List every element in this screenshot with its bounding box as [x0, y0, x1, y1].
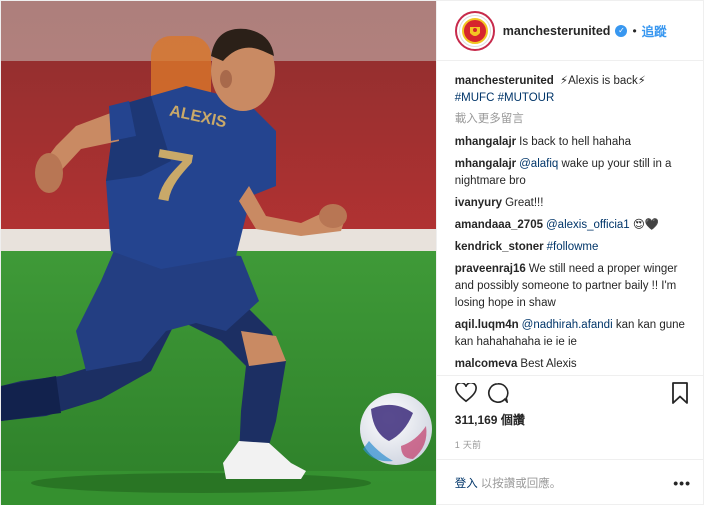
comment-item: malcomeva Best Alexis	[455, 356, 687, 373]
account-username[interactable]: manchesterunited	[503, 24, 611, 38]
comment-item: praveenraj16 We still need a proper winge…	[455, 261, 687, 312]
comment-mention[interactable]: @nadhirah.afandi	[522, 319, 613, 331]
comments-list[interactable]: manchesterunited ⚡Alexis is back⚡ #MUFC …	[437, 61, 703, 375]
caption-text: ⚡Alexis is back⚡	[560, 75, 646, 87]
comment-author[interactable]: amandaaa_2705	[455, 219, 543, 231]
caption-hashtag-mutour[interactable]: #MUTOUR	[498, 92, 555, 104]
comment-item: ivanyury Great!!!	[455, 195, 687, 212]
avatar[interactable]	[454, 10, 495, 51]
comment-text: Great!!!	[505, 197, 544, 209]
comment-author[interactable]: aqil.luqm4n	[455, 319, 519, 331]
post-details-panel: manchesterunited ✓ • 追蹤 manchesterunited…	[435, 1, 703, 505]
comment-mention[interactable]: #followme	[547, 241, 599, 253]
comment-author[interactable]: kendrick_stoner	[455, 241, 544, 253]
club-crest-icon	[458, 14, 491, 47]
comment-text: Is back to hell hahaha	[519, 136, 632, 148]
post-caption: manchesterunited ⚡Alexis is back⚡ #MUFC …	[455, 73, 687, 107]
comment-text: Best Alexis	[520, 358, 577, 370]
login-prompt-text: 以按讚或回應。	[480, 478, 562, 490]
post-photo[interactable]: ALEXIS 7	[1, 1, 436, 505]
post-header: manchesterunited ✓ • 追蹤	[436, 1, 703, 61]
bookmark-icon[interactable]	[667, 380, 693, 406]
comment-author[interactable]: mhangalajr	[455, 158, 516, 170]
comment-author[interactable]: malcomeva	[455, 358, 518, 370]
instagram-post: ALEXIS 7 manchesterunited ✓ • 追蹤 manches…	[0, 0, 704, 505]
post-timestamp[interactable]: 1 天前	[436, 430, 703, 460]
more-options-icon[interactable]: •••	[673, 475, 691, 491]
comment-author[interactable]: praveenraj16	[455, 263, 526, 275]
verified-badge-icon: ✓	[615, 24, 628, 37]
comment-item: kendrick_stoner #followme	[455, 239, 687, 256]
caption-hashtag-mufc[interactable]: #MUFC	[455, 92, 495, 104]
like-count[interactable]: 311,169 個讚	[437, 409, 703, 430]
comment-item: aqil.luqm4n @nadhirah.afandi kan kan gune…	[455, 317, 687, 351]
comment-mention[interactable]: @alafiq	[519, 158, 558, 170]
follow-button[interactable]: 追蹤	[642, 21, 667, 40]
comment-text: 😍🖤	[632, 219, 660, 231]
caption-author[interactable]: manchesterunited	[455, 75, 554, 87]
heart-outline-icon[interactable]	[453, 380, 479, 406]
load-more-comments-button[interactable]: 載入更多留言	[455, 110, 687, 126]
header-separator: •	[632, 23, 637, 38]
comment-item: mhangalajr @alafiq wake up your still in …	[455, 156, 687, 190]
comment-item: mhangalajr Is back to hell hahaha	[455, 134, 687, 151]
comment-mention[interactable]: @alexis_officia1	[546, 219, 630, 231]
login-link[interactable]: 登入	[455, 475, 478, 491]
player-photo-illustration: ALEXIS 7	[1, 1, 436, 505]
post-actions-bar	[436, 375, 703, 409]
comment-author[interactable]: mhangalajr	[455, 136, 516, 148]
login-prompt: 登入 以按讚或回應。 •••	[437, 460, 703, 505]
comment-item: amandaaa_2705 @alexis_officia1 😍🖤	[455, 217, 687, 234]
comment-author[interactable]: ivanyury	[455, 197, 502, 209]
speech-bubble-icon[interactable]	[485, 380, 511, 406]
